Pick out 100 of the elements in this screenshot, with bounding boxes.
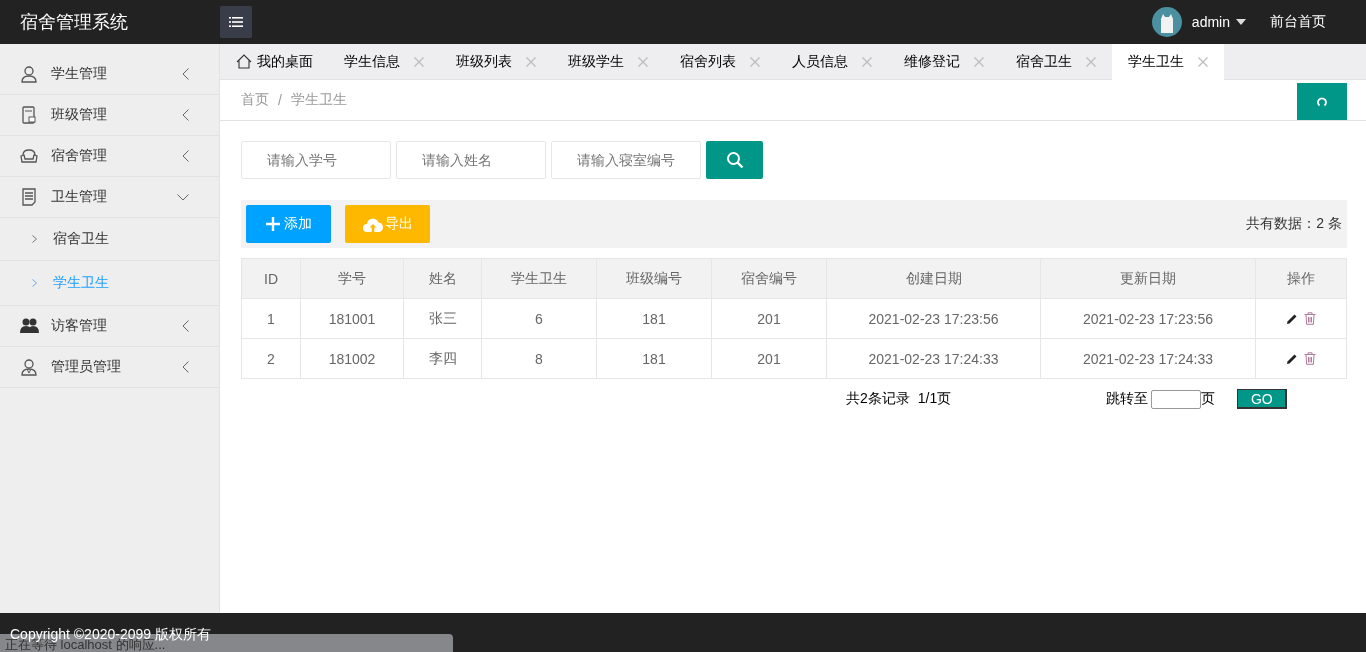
user-icon [20,358,39,376]
table-cell: 2021-02-23 17:23:56 [1040,298,1256,339]
close-icon [862,56,872,67]
menu-label: 学生管理 [51,65,108,83]
tab[interactable]: 维修登记 [888,44,1000,79]
go-button[interactable]: GO [1237,389,1288,409]
close-icon [414,56,424,67]
table-cell: 2021-02-23 17:24:33 [826,338,1041,379]
menu-label: 宿舍管理 [51,147,108,165]
page-info: 1/1页 [917,390,952,408]
refresh-icon [1317,96,1327,107]
menu-label: 学生卫生 [53,274,109,292]
sidebar-item[interactable]: 宿舍管理 [0,136,219,177]
close-icon [526,56,536,67]
search-field[interactable]: 请输入姓名 [396,141,546,179]
tab[interactable]: 我的桌面 [220,44,328,79]
breadcrumb-separator: / [278,92,282,108]
table-cell: 李四 [403,338,482,379]
page-unit: 页 [1201,390,1216,408]
tab[interactable]: 学生卫生 [1112,44,1224,80]
table-cell: 181002 [300,338,404,379]
home-icon [235,54,252,69]
table-cell: 2 [241,338,301,379]
user-icon [20,65,39,83]
search-field[interactable]: 请输入寝室编号 [551,141,701,179]
table-cell: 181 [596,298,712,339]
avatar-icon [1151,7,1182,37]
people-icon [20,317,39,335]
close-icon [974,56,984,67]
page-input[interactable] [1151,389,1202,409]
table-cell: 张三 [403,298,482,339]
table-cell: 201 [711,338,827,379]
sidebar-item[interactable]: 卫生管理 [0,177,219,218]
chevron-left-icon [182,320,189,332]
tab[interactable]: 班级学生 [552,44,664,79]
cloud-upload-icon [362,216,383,232]
chevron-left-icon [182,68,189,80]
column-header: 学号 [300,258,404,299]
close-icon [1198,57,1208,67]
breadcrumb-item: 学生卫生 [290,91,347,109]
caret-icon [1236,19,1246,25]
chevron-right-icon [32,235,37,243]
column-header: 班级编号 [596,258,712,299]
sidebar-item[interactable]: 班级管理 [0,95,219,136]
sidebar-item[interactable]: 管理员管理 [0,347,219,388]
sidebar-item[interactable]: 访客管理 [0,306,219,347]
tab[interactable]: 宿舍列表 [664,44,776,79]
chevron-left-icon [182,150,189,162]
sidebar-item[interactable]: 学生管理 [0,54,219,95]
close-icon [750,56,760,67]
tab[interactable]: 学生信息 [328,44,440,79]
column-header: 更新日期 [1040,258,1256,299]
user-menu[interactable]: admin [1191,14,1246,30]
menu-button[interactable] [220,6,252,38]
search-icon [725,151,744,169]
menu-icon [229,17,243,27]
menu-label: 宿舍卫生 [53,230,109,248]
document-icon [20,188,39,206]
menu-label: 班级管理 [51,106,108,124]
total-count: 共有数据：2 条 [1246,215,1342,233]
jump-label: 跳转至 [1106,390,1149,408]
table-cell: 181001 [300,298,404,339]
table-cell: 2021-02-23 17:24:33 [1040,338,1256,379]
search-button[interactable] [706,141,763,179]
pencil-icon [1286,352,1298,365]
submenu-item[interactable]: 宿舍卫生 [0,218,219,261]
menu-label: 访客管理 [51,317,108,335]
column-header: ID [241,258,301,299]
chevron-left-icon [182,109,189,121]
table-cell: 201 [711,298,827,339]
table-cell: 2021-02-23 17:23:56 [826,298,1041,339]
trash-icon [1304,312,1316,325]
plus-icon [265,217,280,231]
menu-label: 管理员管理 [51,358,122,376]
column-header: 姓名 [403,258,482,299]
column-header: 操作 [1255,258,1347,299]
search-field[interactable]: 请输入学号 [241,141,391,179]
document-icon [20,106,39,124]
refresh-button[interactable] [1297,83,1347,120]
table-cell: 8 [481,338,597,379]
chevron-left-icon [182,361,189,373]
trash-icon [1304,352,1316,365]
menu-label: 卫生管理 [51,188,108,206]
column-header: 创建日期 [826,258,1041,299]
pencil-icon [1286,312,1298,325]
tab[interactable]: 人员信息 [776,44,888,79]
armchair-icon [20,147,39,165]
table-cell: 181 [596,338,712,379]
table-cell: 1 [241,298,301,339]
column-header: 宿舍编号 [711,258,827,299]
table-cell: 6 [481,298,597,339]
column-header: 学生卫生 [481,258,597,299]
record-count: 共2条记录 [846,390,910,408]
front-page-link[interactable]: 前台首页 [1270,13,1326,31]
chevron-down-icon [177,193,189,201]
chevron-right-icon [32,279,37,287]
close-icon [638,56,648,67]
tab[interactable]: 宿舍卫生 [1000,44,1112,79]
close-icon [1086,56,1096,67]
tab[interactable]: 班级列表 [440,44,552,79]
